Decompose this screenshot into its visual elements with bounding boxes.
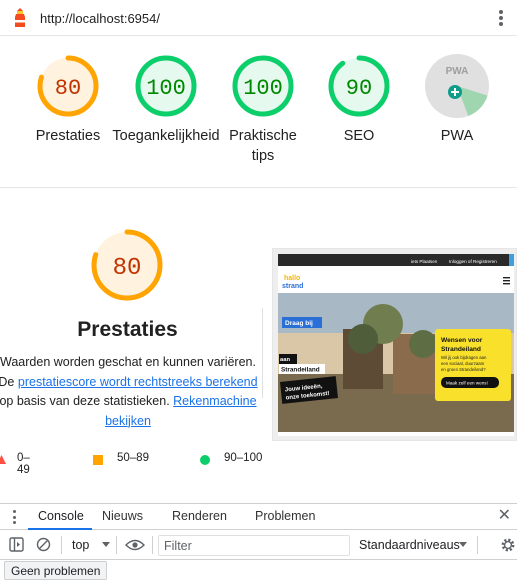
performance-detail-score: 80 <box>113 255 142 282</box>
gauge-best-practices[interactable]: 100 Praktische tips <box>213 54 313 166</box>
console-filter-input[interactable] <box>158 535 350 556</box>
divider <box>262 308 263 398</box>
toolbar-separator <box>61 536 62 554</box>
pass-circle-icon <box>200 455 210 465</box>
desc-text-2: op basis van deze statistieken. <box>0 394 174 408</box>
average-square-icon <box>93 455 103 465</box>
screenshot-image: iets Plaatsen Inloggen of Registreren ha… <box>278 254 514 436</box>
tab-rendering[interactable]: Renderen <box>172 509 227 523</box>
best-practices-gauge-ring: 100 <box>232 55 294 117</box>
shot-topbar-link2: Inloggen of Registreren <box>449 259 497 264</box>
performance-gauge-ring: 80 <box>37 55 99 117</box>
drawer-menu-icon[interactable] <box>13 510 16 524</box>
devtools-drawer: Console Nieuws Renderen Problemen ✕ top … <box>0 503 517 586</box>
live-expression-eye-icon[interactable] <box>125 539 145 551</box>
shot-topbar-link1: iets Plaatsen <box>411 259 438 264</box>
context-selector[interactable]: top <box>72 538 89 552</box>
lighthouse-logo-icon <box>15 8 25 27</box>
accessibility-score: 100 <box>146 76 186 101</box>
performance-description: Waarden worden geschat en kunnen variëre… <box>0 353 264 431</box>
no-issues-button[interactable]: Geen problemen <box>4 561 108 580</box>
toolbar-separator <box>477 536 478 554</box>
more-options-icon[interactable] <box>499 10 503 26</box>
tab-issues[interactable]: Problemen <box>255 509 315 523</box>
gauge-pwa[interactable]: PWA PWA <box>407 54 507 146</box>
legend-average-range: 50–89 <box>117 452 149 464</box>
tab-console[interactable]: Console <box>38 509 84 523</box>
sidebar-toggle-icon[interactable] <box>9 537 24 552</box>
seo-gauge-ring: 90 <box>328 55 390 117</box>
page-url: http://localhost:6954/ <box>40 11 160 26</box>
category-gauges: 80 Prestaties 100 Toegankelijkheid 100 P… <box>0 36 517 188</box>
page-screenshot: iets Plaatsen Inloggen of Registreren ha… <box>272 248 517 441</box>
performance-detail-gauge: 80 <box>91 229 163 301</box>
fail-triangle-icon <box>0 455 6 464</box>
shot-banner3: Strandeiland <box>281 367 320 374</box>
shot-card-text1: Wil jij ook bijdragen aan <box>441 355 487 360</box>
toolbar-separator <box>116 536 117 554</box>
levels-chevron-down-icon[interactable] <box>459 542 467 547</box>
close-drawer-icon[interactable]: ✕ <box>498 508 511 524</box>
clear-console-icon[interactable] <box>36 537 51 552</box>
gauge-accessibility[interactable]: 100 Toegankelijkheid <box>112 54 220 146</box>
legend-fail-range: 0–49 <box>17 452 30 476</box>
seo-score: 90 <box>346 76 372 101</box>
gauge-label-seo: SEO <box>343 128 375 144</box>
shot-card-title1: Wensen voor <box>441 337 483 344</box>
context-chevron-down-icon[interactable] <box>102 542 110 547</box>
shot-logo-line1: hallo <box>284 275 300 282</box>
active-tab-indicator <box>28 528 92 530</box>
score-calculation-link[interactable]: prestatiescore wordt rechtstreeks bereke… <box>18 375 258 389</box>
legend-pass-range: 90–100 <box>224 452 263 464</box>
shot-card-button: Maak zelf een wens! <box>446 381 488 386</box>
gauge-label-performance: Prestaties <box>35 128 101 144</box>
gauge-label-best-practices-line1: Praktische <box>229 128 297 144</box>
url-bar: http://localhost:6954/ <box>0 0 517 36</box>
shot-card-title2: Strandeiland <box>441 346 481 353</box>
shot-banner1: Draag bij <box>285 320 313 327</box>
log-levels-dropdown[interactable]: Standaardniveaus <box>359 538 460 552</box>
drawer-tabs: Console Nieuws Renderen Problemen ✕ <box>0 504 517 530</box>
console-settings-gear-icon[interactable] <box>500 537 516 553</box>
best-practices-score: 100 <box>243 76 283 101</box>
performance-detail: 80 Prestaties Waarden worden geschat en … <box>0 188 517 503</box>
toolbar-separator <box>152 536 153 554</box>
tab-whats-new[interactable]: Nieuws <box>102 509 143 523</box>
gauge-label-best-practices: Praktische tips <box>213 126 313 166</box>
shot-banner2: aan <box>280 357 290 363</box>
performance-detail-title: Prestaties <box>77 318 178 341</box>
performance-score: 80 <box>55 76 81 101</box>
gauge-label-pwa: PWA <box>440 128 474 144</box>
accessibility-gauge-ring: 100 <box>135 55 197 117</box>
shot-logo-line2: strand <box>282 283 303 290</box>
shot-card-text2: een sociaal, duurzaam <box>441 361 485 366</box>
shot-card-text3: en groen Strandeiland? <box>441 367 486 372</box>
gauge-seo[interactable]: 90 SEO <box>309 54 409 146</box>
gauge-label-best-practices-line2: tips <box>251 148 275 164</box>
pwa-badge-text: PWA <box>446 66 469 77</box>
gauge-performance[interactable]: 80 Prestaties <box>18 54 118 146</box>
console-toolbar: top Standaardniveaus <box>0 531 517 560</box>
gauge-label-accessibility: Toegankelijkheid <box>112 128 220 144</box>
pwa-badge-icon: PWA <box>425 54 489 118</box>
